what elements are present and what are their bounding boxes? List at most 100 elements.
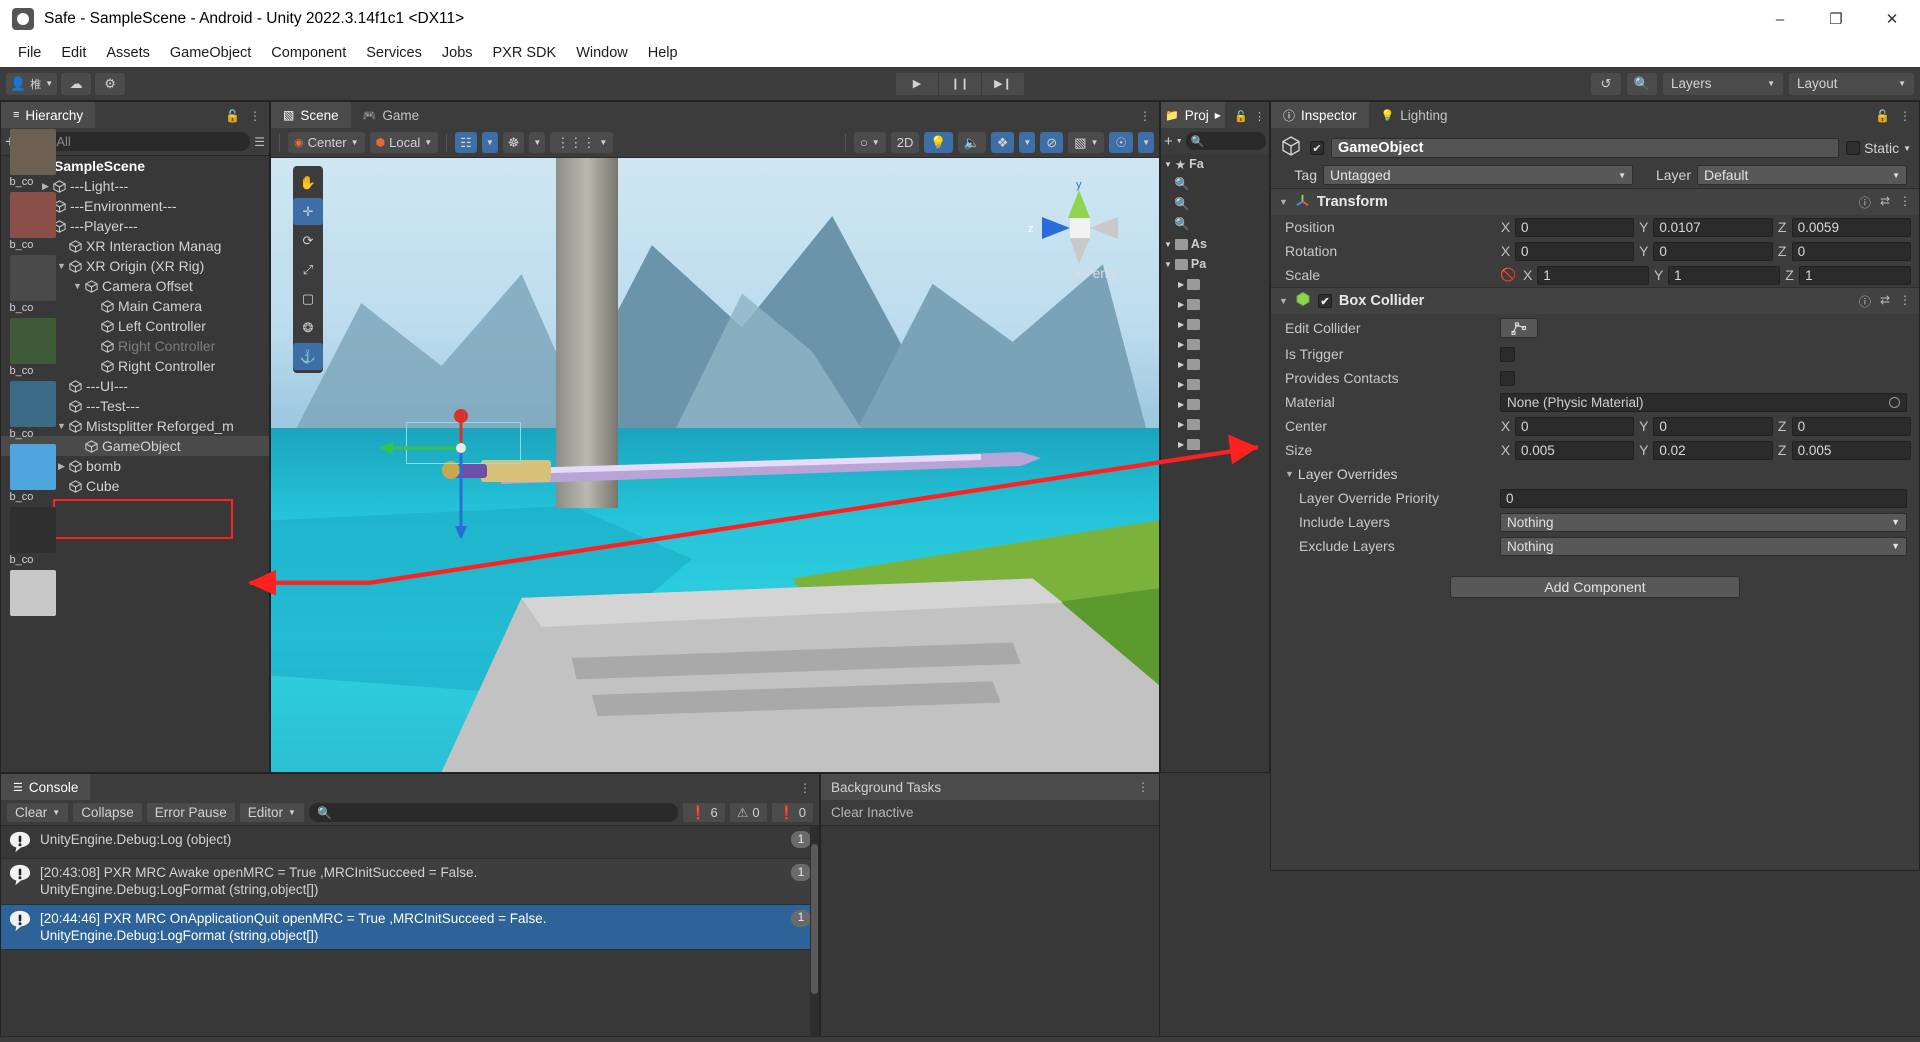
tab-scene[interactable]: ▧ Scene <box>271 102 351 128</box>
tab-hierarchy[interactable]: ≡ Hierarchy <box>1 102 96 128</box>
step-button[interactable]: ▶❙ <box>982 72 1024 95</box>
size-z-field[interactable]: 0.005 <box>1791 440 1911 460</box>
project-tree-row[interactable]: ▶ <box>1161 394 1269 414</box>
shading-mode-button[interactable]: ○ ▼ <box>853 132 886 153</box>
tab-project[interactable]: 📁 Proj ▶ <box>1161 102 1225 128</box>
chevron-down-icon[interactable]: ▼ <box>1164 260 1172 269</box>
center-x-field[interactable]: 0 <box>1515 416 1635 436</box>
chevron-right-icon[interactable]: ▶ <box>1164 320 1184 329</box>
console-scrollbar[interactable] <box>810 826 819 1037</box>
kebab-menu-icon[interactable]: ⋮ <box>1899 194 1911 211</box>
static-checkbox-group[interactable]: Static ▼ <box>1846 140 1911 156</box>
asset-item[interactable]: b_co <box>9 255 56 314</box>
kebab-menu-icon[interactable]: ⋮ <box>1254 110 1265 123</box>
layer-overrides-row[interactable]: ▼ Layer Overrides <box>1271 462 1919 486</box>
menu-help[interactable]: Help <box>638 42 688 64</box>
scale-tool[interactable]: ⤢ <box>293 256 323 283</box>
snap-increment-dropdown[interactable]: ▼ <box>529 132 546 153</box>
size-x-field[interactable]: 0.005 <box>1515 440 1635 460</box>
chevron-right-icon[interactable]: ▶ <box>1164 380 1184 389</box>
info-count-toggle[interactable]: ❗ 0 <box>771 803 813 822</box>
help-icon[interactable]: ⓘ <box>1859 293 1871 310</box>
hand-tool[interactable]: ✋ <box>293 169 323 196</box>
gizmos-dropdown[interactable]: ▼ <box>1138 132 1154 153</box>
lock-icon[interactable]: 🔓 <box>225 109 240 123</box>
toggle-2d-button[interactable]: 2D <box>890 132 920 153</box>
project-favorites-row[interactable]: ▼ ★ Fa <box>1161 154 1269 174</box>
account-group[interactable]: 👤 椎 ▼ <box>6 72 58 95</box>
help-icon[interactable]: ⓘ <box>1859 194 1871 211</box>
project-tree-row[interactable]: 🔍 <box>1161 194 1269 214</box>
asset-item[interactable]: b_co <box>9 444 56 503</box>
menu-assets[interactable]: Assets <box>96 42 160 64</box>
layer-dropdown[interactable]: Default ▼ <box>1697 165 1907 185</box>
gear-icon[interactable]: ⚙ <box>95 72 126 95</box>
gizmos-icon[interactable]: ☉ <box>1109 132 1134 153</box>
scene-visibility-icon[interactable]: ⊘ <box>1040 132 1064 153</box>
material-object-field[interactable]: None (Physic Material) <box>1500 392 1907 412</box>
layer-override-priority-field[interactable]: 0 <box>1500 488 1907 508</box>
audio-icon[interactable]: 🔈 <box>957 132 986 153</box>
chevron-right-icon[interactable]: ▶ <box>1164 360 1184 369</box>
chevron-right-icon[interactable]: ▶ <box>1164 440 1184 449</box>
warning-count-toggle[interactable]: ⚠ 0 <box>729 803 767 822</box>
chevron-down-icon[interactable]: ▼ <box>52 808 60 817</box>
kebab-menu-icon[interactable]: ⋮ <box>1899 109 1911 123</box>
project-tree-row[interactable]: ▶ <box>1161 274 1269 294</box>
kebab-menu-icon[interactable]: ⋮ <box>1899 293 1911 310</box>
scale-x-field[interactable]: 1 <box>1537 265 1650 285</box>
tab-console[interactable]: ☰ Console <box>1 774 91 800</box>
pivot-rotation-button[interactable]: ⬢ Local ▼ <box>369 132 439 153</box>
menu-jobs[interactable]: Jobs <box>432 42 483 64</box>
perspective-label[interactable]: ◂ Persp <box>1073 266 1119 282</box>
exclude-layers-dropdown[interactable]: Nothing ▼ <box>1500 536 1907 556</box>
rotation-z-field[interactable]: 0 <box>1791 241 1911 261</box>
preset-icon[interactable]: ⇄ <box>1880 293 1890 310</box>
error-count-toggle[interactable]: ❗ 6 <box>683 803 725 822</box>
collapse-button[interactable]: Collapse <box>73 803 142 822</box>
menu-services[interactable]: Services <box>356 42 432 64</box>
add-component-button[interactable]: Add Component <box>1450 576 1740 598</box>
asset-item[interactable]: b_co <box>9 129 56 188</box>
menu-pxr-sdk[interactable]: PXR SDK <box>483 42 567 64</box>
project-tree-row[interactable]: ▶ <box>1161 354 1269 374</box>
assets-grid[interactable]: b_co b_co b_co b_co b_co b_co b_co <box>1 129 64 616</box>
position-y-field[interactable]: 0.0107 <box>1653 217 1773 237</box>
asset-item[interactable]: b_co <box>9 318 56 377</box>
kebab-menu-icon[interactable]: ⋮ <box>249 109 261 123</box>
scale-y-field[interactable]: 1 <box>1668 265 1781 285</box>
scene-lighting-icon[interactable]: 💡 <box>924 132 953 153</box>
search-icon[interactable]: 🔍 <box>1627 72 1657 95</box>
chevron-right-icon[interactable]: ▶ <box>1164 300 1184 309</box>
project-search-input[interactable]: 🔍 <box>1185 132 1266 150</box>
rect-tool[interactable]: ▢ <box>293 285 323 312</box>
grid-snap-button[interactable]: ☷ <box>455 132 477 153</box>
center-z-field[interactable]: 0 <box>1791 416 1911 436</box>
project-tree[interactable]: ▼ ★ Fa 🔍 🔍 🔍 ▼ As ▼ Pa ▶ ▶ ▶ ▶ ▶ ▶ ▶ ▶ ▶ <box>1161 154 1269 454</box>
preset-icon[interactable]: ⇄ <box>1880 194 1890 211</box>
chevron-right-icon[interactable]: ▶ <box>55 461 68 472</box>
chevron-down-icon[interactable]: ▼ <box>1164 240 1172 249</box>
maximize-button[interactable]: ❐ <box>1808 0 1864 38</box>
asset-item[interactable]: b_co <box>9 507 56 566</box>
scale-z-field[interactable]: 1 <box>1799 265 1911 285</box>
box-collider-enabled-checkbox[interactable]: ✔ <box>1317 294 1332 308</box>
chevron-down-icon[interactable]: ▼ <box>1903 144 1911 153</box>
chevron-down-icon[interactable]: ▼ <box>71 281 84 291</box>
box-collider-header[interactable]: ▼ ✔ Box Collider ⓘ ⇄ ⋮ <box>1271 288 1919 314</box>
lock-icon[interactable]: 🔓 <box>1234 110 1248 123</box>
camera-icon[interactable]: ▧ ▼ <box>1068 132 1105 153</box>
chevron-right-icon[interactable]: ▶ <box>1164 420 1184 429</box>
static-checkbox[interactable] <box>1846 141 1861 155</box>
play-button[interactable]: ▶ <box>896 72 938 95</box>
fx-dropdown[interactable]: ▼ <box>1019 132 1036 153</box>
editor-dropdown[interactable]: Editor ▼ <box>239 803 304 822</box>
transform-tool[interactable]: ❂ <box>293 314 323 341</box>
provides-contacts-checkbox[interactable] <box>1500 370 1515 386</box>
tag-dropdown[interactable]: Untagged ▼ <box>1323 165 1633 185</box>
custom-editor-tool[interactable]: ⚓ <box>293 343 323 370</box>
pivot-mode-button[interactable]: ◉ Center ▼ <box>288 132 365 153</box>
clear-inactive-button[interactable]: Clear Inactive <box>821 800 1159 826</box>
chevron-right-icon[interactable]: ▶ <box>1164 280 1184 289</box>
chevron-right-icon[interactable]: ▶ <box>1164 400 1184 409</box>
